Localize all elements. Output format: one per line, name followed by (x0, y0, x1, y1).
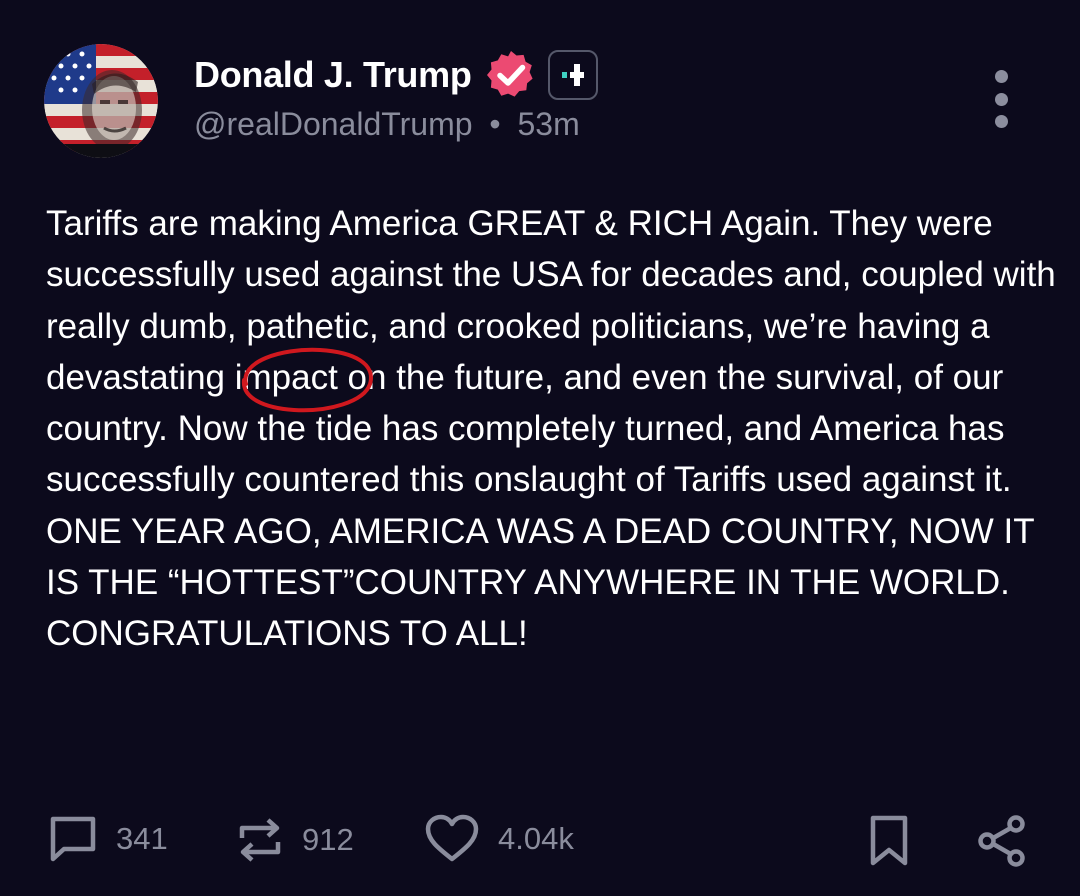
post-card: Donald J. Trump @realDonaldTrump • 53m T… (0, 0, 1080, 896)
avatar-image (44, 44, 158, 158)
author-handle[interactable]: @realDonaldTrump (194, 106, 473, 142)
like-button[interactable]: 4.04k (424, 814, 574, 864)
more-vertical-dot (994, 115, 1008, 128)
like-count: 4.04k (498, 821, 574, 856)
plus-badge-icon[interactable] (547, 50, 598, 100)
reply-button[interactable]: 341 (48, 814, 168, 864)
author-display-name[interactable]: Donald J. Trump (194, 54, 472, 96)
post-age[interactable]: 53m (518, 106, 580, 142)
repost-button[interactable]: 912 (236, 814, 354, 866)
avatar[interactable] (44, 44, 158, 158)
post-actions-bar: 341 912 4.04k (0, 800, 1080, 880)
reply-count: 341 (116, 821, 168, 856)
heart-icon (424, 814, 480, 864)
author-handle-row: @realDonaldTrump • 53m (194, 106, 580, 143)
repost-count: 912 (302, 822, 354, 857)
more-vertical-icon (994, 70, 1008, 83)
comment-icon (48, 814, 98, 864)
post-body: Tariffs are making America GREAT & RICH … (46, 204, 1056, 654)
repost-icon (236, 814, 284, 866)
more-options-button[interactable] (984, 70, 1018, 128)
more-vertical-dot (994, 92, 1008, 106)
bookmark-icon (868, 814, 910, 868)
bookmark-button[interactable] (868, 814, 910, 868)
share-button[interactable] (976, 814, 1028, 868)
author-name-row: Donald J. Trump (194, 46, 598, 104)
meta-separator: • (489, 106, 501, 142)
share-icon (976, 814, 1028, 868)
verified-badge-icon (484, 48, 538, 102)
